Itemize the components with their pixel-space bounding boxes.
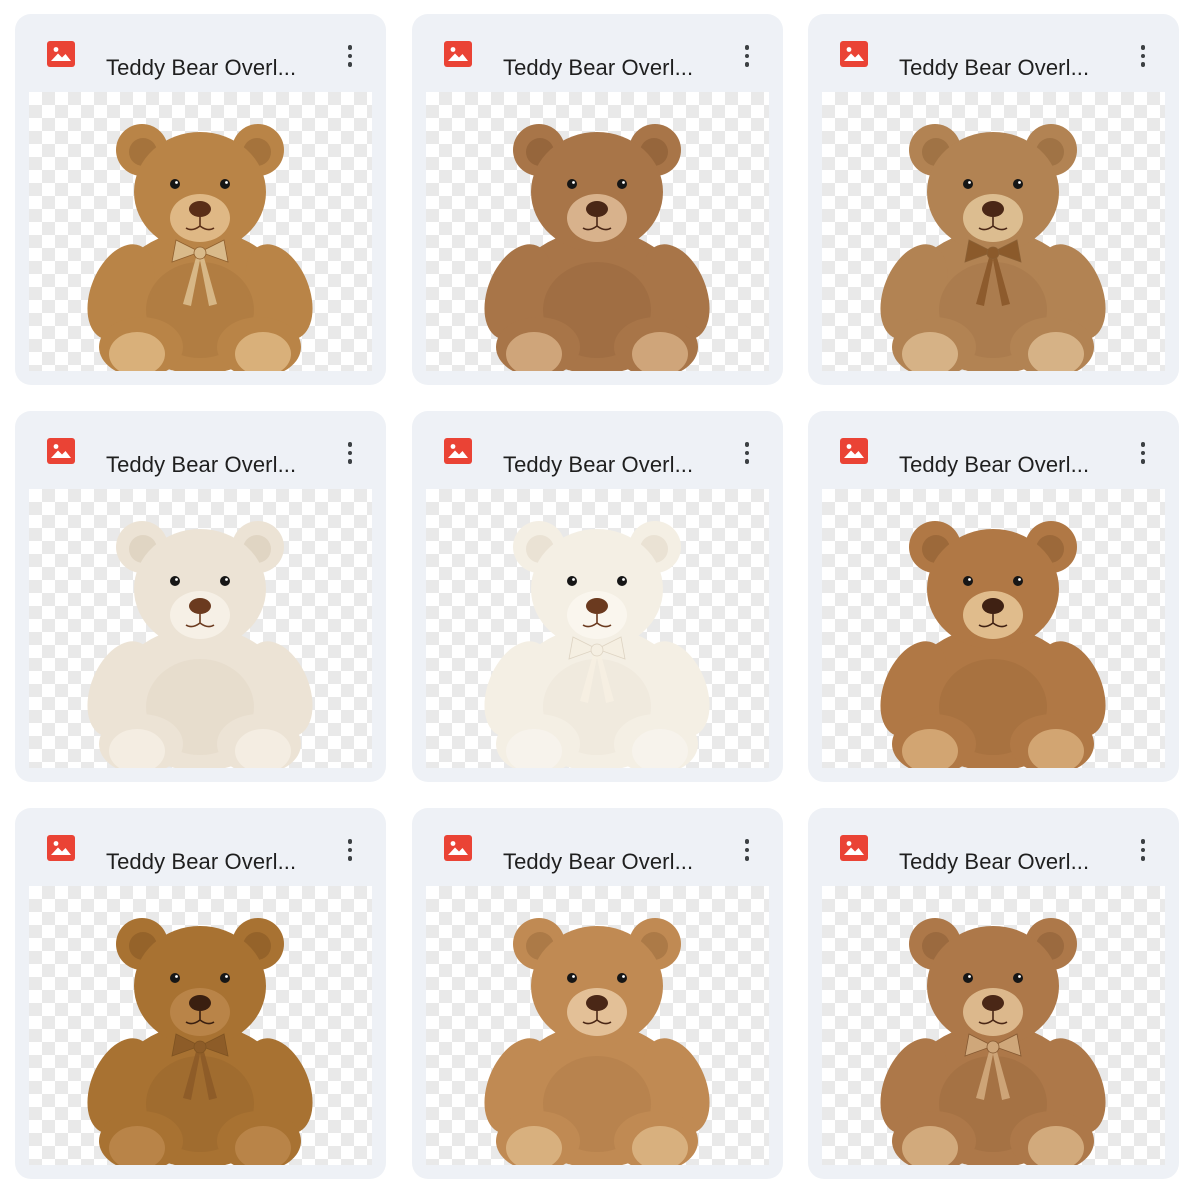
file-card[interactable]: Teddy Bear Overl... [15,411,386,782]
file-card[interactable]: Teddy Bear Overl... [808,411,1179,782]
more-options-button[interactable] [1125,832,1161,868]
more-dot-icon [347,45,353,50]
more-dot-icon [744,442,750,447]
file-card-header[interactable]: Teddy Bear Overl... [15,411,386,489]
file-grid: Teddy Bear Overl... Teddy Bear Overl... … [0,0,1200,1188]
more-options-button[interactable] [729,832,765,868]
teddy-bear-image [880,124,1106,371]
more-dot-icon [1140,45,1146,50]
file-card-header[interactable]: Teddy Bear Overl... [412,411,783,489]
image-file-icon [444,438,472,464]
more-dot-icon [744,45,750,50]
file-thumbnail[interactable] [822,886,1165,1165]
file-card-header[interactable]: Teddy Bear Overl... [808,808,1179,886]
more-dot-icon [1140,459,1146,464]
file-card[interactable]: Teddy Bear Overl... [808,808,1179,1179]
teddy-bear-image [484,521,710,768]
image-file-icon [444,835,472,861]
file-title: Teddy Bear Overl... [899,452,1090,477]
file-title: Teddy Bear Overl... [503,55,694,80]
teddy-bear-image [87,124,313,371]
file-card-header[interactable]: Teddy Bear Overl... [15,14,386,92]
teddy-bear-image [880,918,1106,1165]
more-dot-icon [744,847,750,853]
file-thumbnail[interactable] [29,886,372,1165]
file-thumbnail[interactable] [822,92,1165,371]
more-dot-icon [347,459,353,464]
file-card[interactable]: Teddy Bear Overl... [808,14,1179,385]
file-card[interactable]: Teddy Bear Overl... [15,14,386,385]
file-card-header[interactable]: Teddy Bear Overl... [15,808,386,886]
more-options-button[interactable] [729,435,765,471]
more-options-button[interactable] [1125,435,1161,471]
more-options-button[interactable] [1125,38,1161,74]
more-dot-icon [744,53,750,59]
more-dot-icon [1140,53,1146,59]
more-options-button[interactable] [332,38,368,74]
more-options-button[interactable] [729,38,765,74]
file-title: Teddy Bear Overl... [106,849,297,874]
file-thumbnail[interactable] [426,489,769,768]
file-thumbnail[interactable] [426,92,769,371]
file-card-header[interactable]: Teddy Bear Overl... [412,808,783,886]
file-title: Teddy Bear Overl... [899,849,1090,874]
more-dot-icon [1140,856,1146,861]
file-card-header[interactable]: Teddy Bear Overl... [412,14,783,92]
more-dot-icon [347,847,353,853]
image-file-icon [47,835,75,861]
file-title: Teddy Bear Overl... [503,849,694,874]
more-dot-icon [347,839,353,844]
image-file-icon [47,41,75,67]
more-dot-icon [1140,62,1146,67]
image-file-icon [840,835,868,861]
more-dot-icon [347,450,353,456]
image-file-icon [840,438,868,464]
teddy-bear-image [484,124,710,371]
more-dot-icon [1140,450,1146,456]
more-dot-icon [347,442,353,447]
file-card-header[interactable]: Teddy Bear Overl... [808,14,1179,92]
more-dot-icon [347,62,353,67]
file-card[interactable]: Teddy Bear Overl... [412,14,783,385]
more-dot-icon [1140,847,1146,853]
more-dot-icon [347,53,353,59]
more-options-button[interactable] [332,832,368,868]
more-dot-icon [744,459,750,464]
file-card[interactable]: Teddy Bear Overl... [412,411,783,782]
file-title: Teddy Bear Overl... [106,452,297,477]
file-thumbnail[interactable] [426,886,769,1165]
file-title: Teddy Bear Overl... [106,55,297,80]
image-file-icon [444,41,472,67]
teddy-bear-image [880,521,1106,768]
teddy-bear-image [484,918,710,1165]
teddy-bear-image [87,918,313,1165]
more-options-button[interactable] [332,435,368,471]
file-title: Teddy Bear Overl... [899,55,1090,80]
more-dot-icon [347,856,353,861]
file-card-header[interactable]: Teddy Bear Overl... [808,411,1179,489]
teddy-bear-image [87,521,313,768]
more-dot-icon [1140,442,1146,447]
file-card[interactable]: Teddy Bear Overl... [15,808,386,1179]
more-dot-icon [744,450,750,456]
more-dot-icon [1140,839,1146,844]
file-thumbnail[interactable] [29,92,372,371]
image-file-icon [47,438,75,464]
more-dot-icon [744,856,750,861]
file-title: Teddy Bear Overl... [503,452,694,477]
more-dot-icon [744,62,750,67]
file-thumbnail[interactable] [822,489,1165,768]
more-dot-icon [744,839,750,844]
file-thumbnail[interactable] [29,489,372,768]
image-file-icon [840,41,868,67]
file-card[interactable]: Teddy Bear Overl... [412,808,783,1179]
